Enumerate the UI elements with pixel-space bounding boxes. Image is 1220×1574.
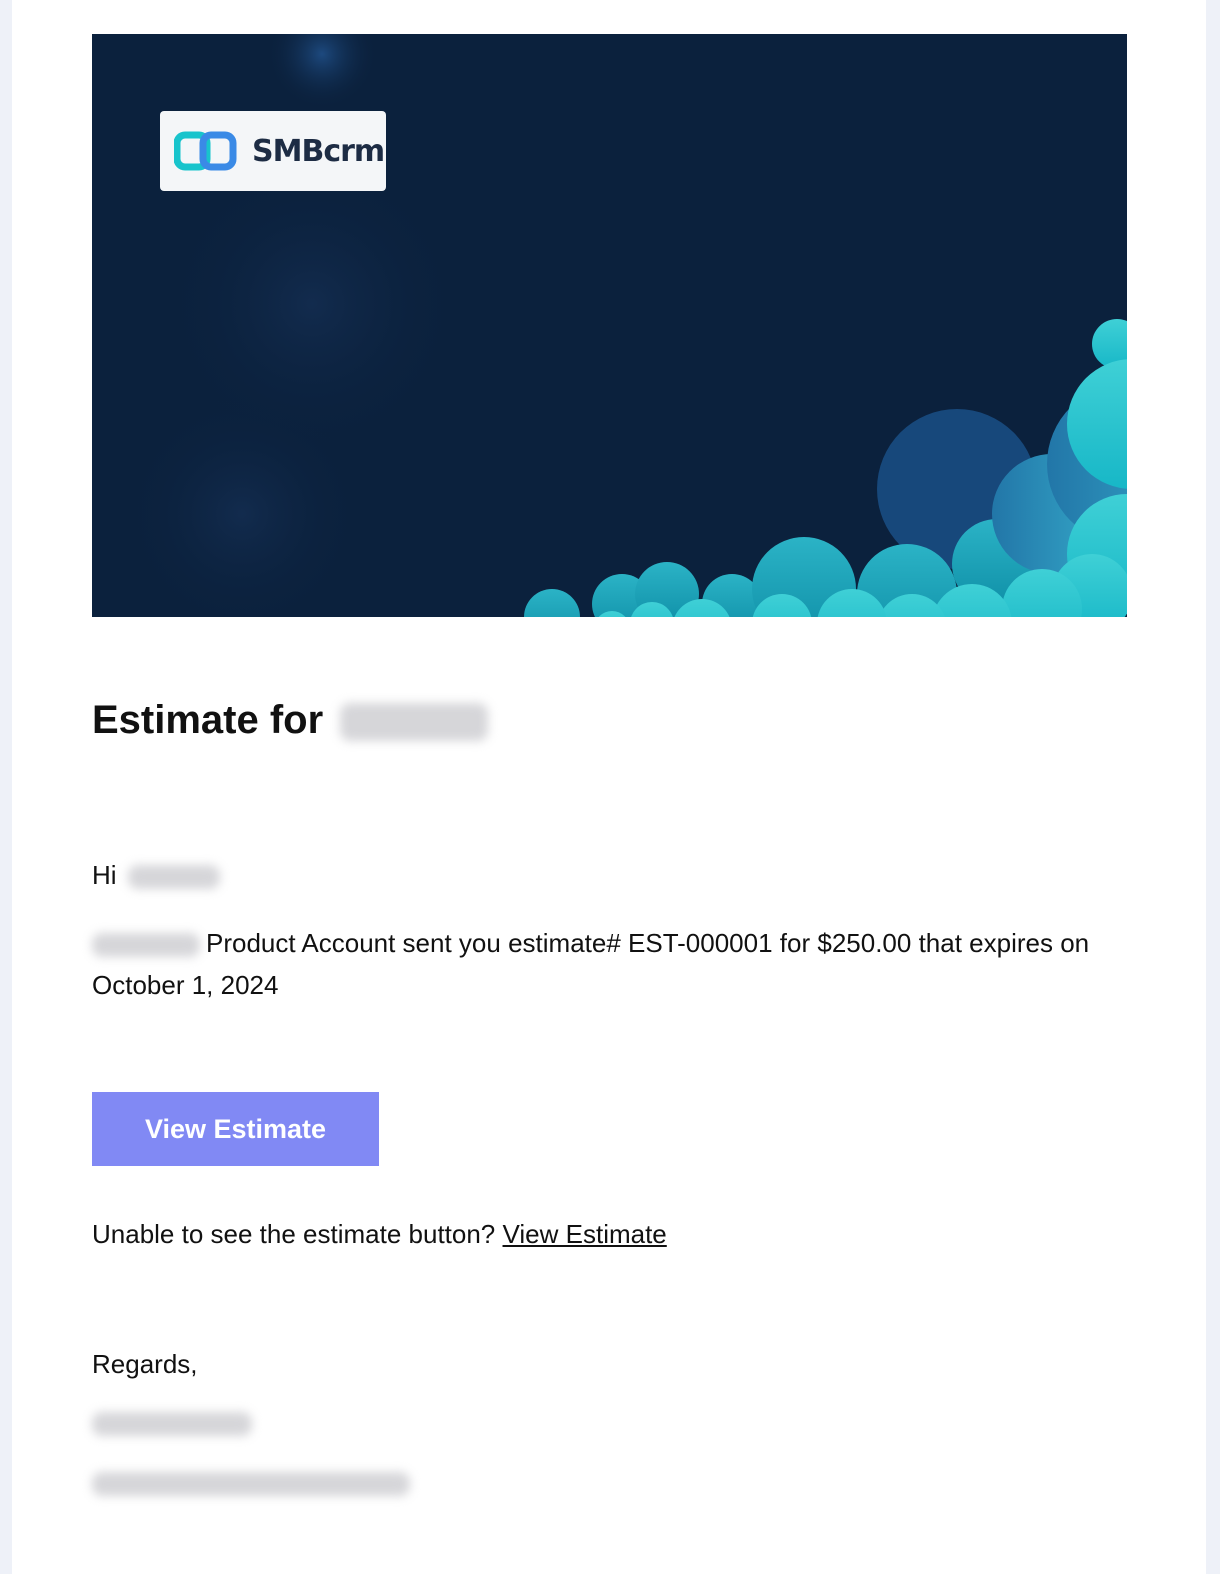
view-estimate-button[interactable]: View Estimate: [92, 1092, 379, 1166]
redacted-sender-full-name: [92, 1412, 252, 1436]
greeting-prefix: Hi: [92, 860, 117, 890]
redacted-recipient-name: [340, 703, 489, 742]
redacted-greeting-name: [127, 865, 220, 890]
brand-logo: SMBcrm: [160, 111, 386, 191]
estimate-message-text: Product Account sent you estimate# EST-0…: [92, 928, 1090, 1000]
greeting: Hi: [92, 854, 220, 896]
redacted-company-name: [92, 1472, 410, 1496]
regards-text: Regards,: [92, 1349, 198, 1379]
page-title: Estimate for: [92, 698, 489, 743]
estimate-message: Product Account sent you estimate# EST-0…: [92, 922, 1132, 1006]
email-frame: SMBcrm Estimate for Hi Product Account s…: [12, 0, 1206, 1574]
header-banner: SMBcrm: [92, 34, 1127, 617]
fallback-text: Unable to see the estimate button?: [92, 1219, 496, 1249]
brand-name: SMBcrm: [252, 133, 385, 169]
view-estimate-link[interactable]: View Estimate: [503, 1219, 667, 1249]
redacted-sender-name: [92, 933, 200, 958]
fallback-line: Unable to see the estimate button? View …: [92, 1213, 667, 1255]
title-prefix: Estimate for: [92, 698, 324, 742]
chain-link-icon: [174, 131, 237, 171]
